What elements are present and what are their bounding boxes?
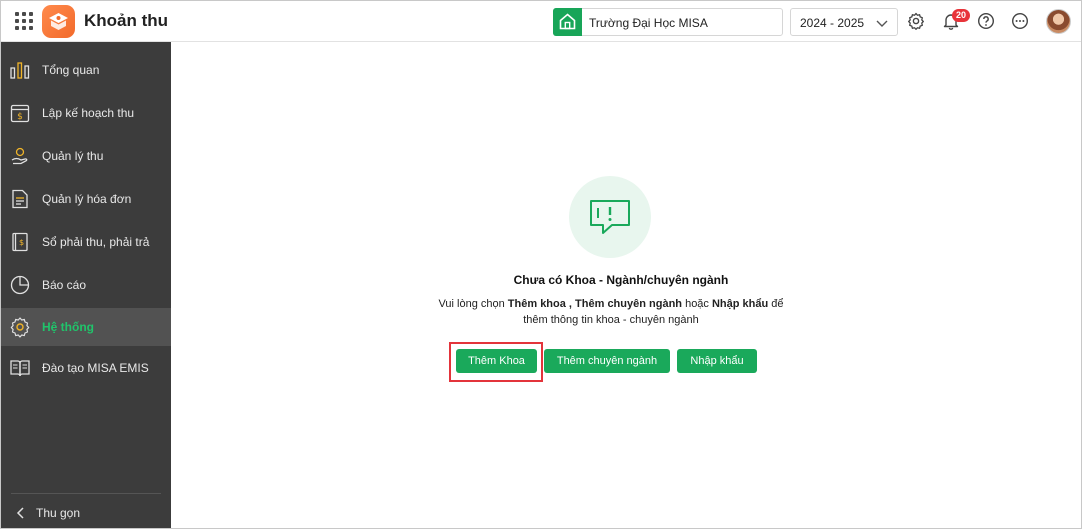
desc-bold-add-faculty: Thêm khoa [507, 298, 566, 310]
desc-text: Vui lòng chọn [438, 298, 508, 310]
sidebar-item-system[interactable]: Hệ thống [1, 308, 171, 346]
hand-coin-icon [11, 147, 28, 165]
gear-icon [10, 317, 30, 338]
sidebar-item-label: Quản lý thu [42, 149, 104, 163]
book-icon [10, 360, 30, 377]
invoice-icon [12, 189, 28, 209]
desc-separator: , [565, 298, 576, 310]
chevron-down-icon [876, 20, 888, 27]
sidebar: Tổng quan $ Lập kế hoạch thu Quản lý thu [1, 42, 171, 528]
gear-icon[interactable] [907, 12, 925, 30]
notification-badge: 20 [952, 9, 970, 22]
app-window: Khoản thu Trường Đại Học MISA 2024 - 202… [0, 0, 1082, 529]
collapse-label: Thu gọn [36, 506, 81, 520]
sidebar-item-label: Quản lý hóa đơn [42, 192, 132, 206]
help-icon[interactable] [977, 12, 995, 30]
sidebar-item-report[interactable]: Báo cáo [1, 266, 171, 304]
school-year-select[interactable]: 2024 - 2025 [790, 8, 898, 36]
collapse-sidebar-button[interactable]: Thu gọn [1, 500, 171, 528]
apps-grid-icon[interactable] [15, 12, 33, 30]
pie-chart-icon [10, 275, 30, 295]
sidebar-item-label: Sổ phải thu, phải trả [42, 235, 150, 249]
more-icon[interactable] [1011, 12, 1029, 30]
avatar[interactable] [1046, 9, 1071, 34]
add-faculty-button[interactable]: Thêm Khoa [456, 349, 537, 373]
add-major-button[interactable]: Thêm chuyên ngành [544, 349, 670, 373]
sidebar-item-ledger[interactable]: $ Sổ phải thu, phải trả [1, 223, 171, 261]
calendar-money-icon: $ [10, 104, 30, 123]
sidebar-item-invoice[interactable]: Quản lý hóa đơn [1, 180, 171, 218]
sidebar-item-overview[interactable]: Tổng quan [1, 51, 171, 89]
school-selector[interactable]: Trường Đại Học MISA [553, 8, 783, 36]
sidebar-item-label: Lập kế hoạch thu [42, 106, 135, 120]
app-title: Khoản thu [84, 11, 169, 30]
empty-state-illustration [569, 176, 651, 258]
sidebar-item-collect[interactable]: Quản lý thu [1, 137, 171, 175]
top-header: Khoản thu Trường Đại Học MISA 2024 - 202… [1, 1, 1081, 42]
main-content: Chưa có Khoa - Ngành/chuyên ngành Vui lò… [171, 42, 1081, 528]
school-year-value: 2024 - 2025 [800, 16, 865, 30]
home-icon [553, 8, 582, 36]
sidebar-item-training[interactable]: Đào tạo MISA EMIS [1, 349, 171, 387]
chevron-left-icon [16, 507, 24, 519]
import-button[interactable]: Nhập khẩu [677, 349, 757, 373]
desc-bold-import: Nhập khẩu [711, 298, 769, 310]
sidebar-item-label: Hệ thống [42, 320, 94, 334]
svg-text:$: $ [17, 112, 23, 122]
alert-message-icon [590, 200, 630, 234]
sidebar-divider [11, 493, 161, 494]
ledger-icon: $ [12, 232, 28, 252]
empty-state-title: Chưa có Khoa - Ngành/chuyên ngành [513, 273, 729, 287]
bar-chart-icon [10, 62, 30, 79]
empty-state-description: Vui lòng chọn Thêm khoa , Thêm chuyên ng… [426, 296, 796, 328]
desc-bold-add-major: Thêm chuyên ngành [575, 298, 683, 310]
school-name: Trường Đại Học MISA [589, 16, 708, 30]
svg-text:$: $ [19, 238, 24, 247]
sidebar-item-label: Báo cáo [42, 278, 87, 292]
sidebar-item-plan[interactable]: $ Lập kế hoạch thu [1, 94, 171, 132]
desc-text: hoặc [682, 298, 712, 310]
sidebar-item-label: Tổng quan [42, 63, 100, 77]
app-logo-icon [42, 5, 75, 38]
sidebar-item-label: Đào tạo MISA EMIS [42, 361, 149, 375]
